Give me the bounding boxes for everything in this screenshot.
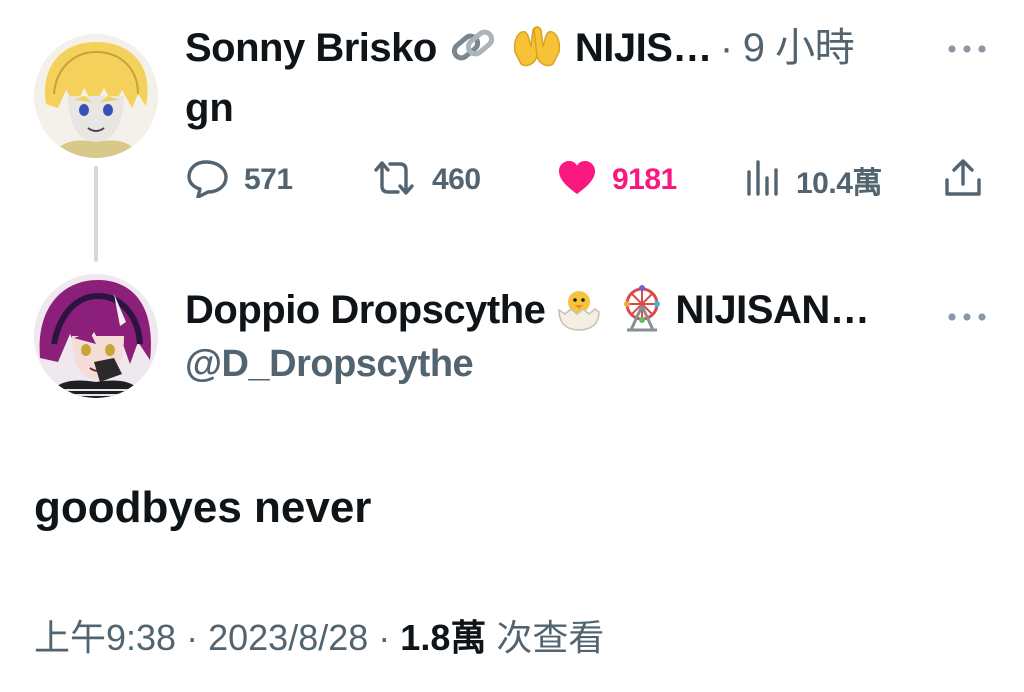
- heart-filled-icon: [556, 158, 598, 203]
- reply-icon: [186, 158, 230, 203]
- views-count: 1.8萬: [400, 617, 487, 658]
- separator: ·: [378, 617, 391, 658]
- reply-button[interactable]: 571: [186, 158, 293, 203]
- reply-count: 571: [244, 163, 293, 196]
- retweet-button[interactable]: 460: [370, 160, 481, 200]
- like-count: 9181: [612, 163, 677, 196]
- avatar-sonny-brisko[interactable]: [34, 34, 158, 158]
- views-label: 次查看: [496, 617, 605, 658]
- tweet-meta-footer: 上午9:38 · 2023/8/28 · 1.8萬 次查看: [34, 616, 604, 660]
- tweet-header: Doppio Dropscythe NIJISAN…: [185, 284, 870, 337]
- name-suffix: NIJIS…: [574, 26, 713, 70]
- avatar-image: [34, 274, 158, 398]
- views-count: 10.4萬: [796, 167, 882, 200]
- more-options-icon[interactable]: [946, 34, 988, 62]
- retweet-icon: [370, 158, 418, 203]
- link-emoji-icon: [447, 22, 499, 75]
- tweet-text: gn: [185, 86, 234, 130]
- more-options-icon[interactable]: [946, 302, 988, 330]
- share-button[interactable]: [942, 158, 984, 203]
- display-name[interactable]: Doppio Dropscythe: [185, 286, 546, 334]
- display-name[interactable]: Sonny Brisko: [185, 24, 437, 72]
- timestamp-relative[interactable]: 9 小時: [743, 24, 855, 72]
- views-bar-chart-icon: [744, 158, 782, 203]
- user-handle[interactable]: @D_Dropscythe: [185, 340, 474, 388]
- like-button[interactable]: 9181: [556, 160, 677, 200]
- thread-connector-line: [94, 166, 98, 262]
- avatar-doppio-dropscythe[interactable]: [34, 274, 158, 398]
- retweet-count: 460: [432, 163, 481, 196]
- tweet-header: Sonny Brisko NIJIS… · 9 小時: [185, 22, 855, 75]
- name-suffix: NIJISAN…: [675, 288, 870, 332]
- post-date[interactable]: 2023/8/28: [208, 617, 368, 658]
- hatching-chick-emoji-icon: [553, 284, 605, 337]
- separator: ·: [186, 617, 199, 658]
- raising-hands-emoji-icon: [509, 22, 565, 75]
- ferris-wheel-emoji-icon: [617, 284, 667, 337]
- share-icon: [942, 158, 984, 203]
- tweet-text: goodbyes never: [34, 483, 372, 532]
- post-time[interactable]: 上午9:38: [34, 617, 176, 658]
- avatar-image: [34, 34, 158, 158]
- separator: ·: [719, 26, 733, 70]
- views-button[interactable]: 10.4萬: [744, 158, 882, 203]
